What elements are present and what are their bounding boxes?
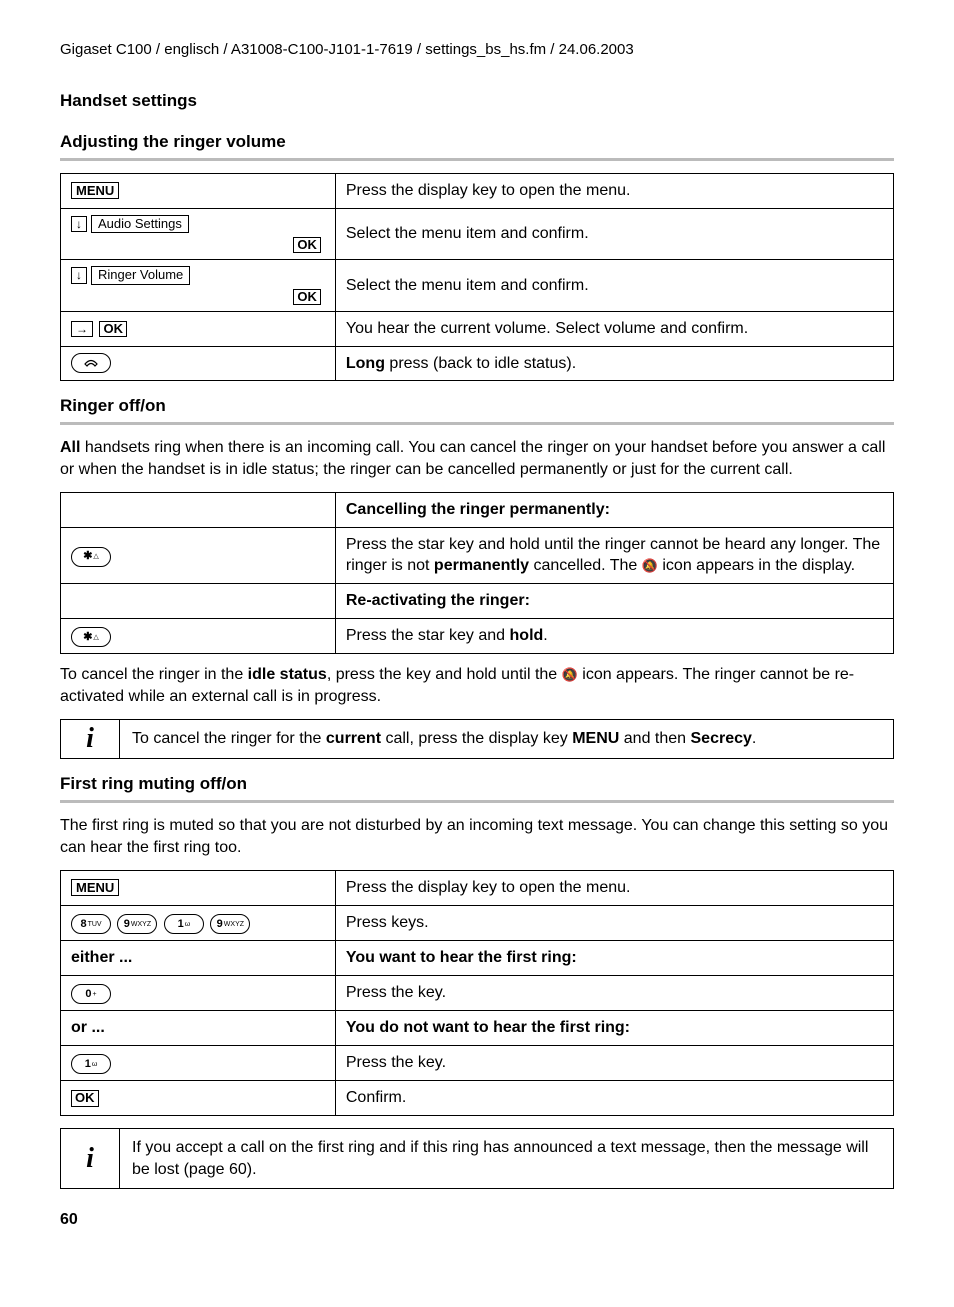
subsection-ringer-volume: Adjusting the ringer volume xyxy=(60,131,894,154)
menu-key: MENU xyxy=(71,182,119,199)
info-icon: i xyxy=(61,720,120,758)
menu-item-ringer: Ringer Volume xyxy=(91,266,190,284)
table-row: or ... You do not want to hear the first… xyxy=(61,1011,894,1046)
paragraph: The first ring is muted so that you are … xyxy=(60,815,894,858)
key-9: 9WXYZ xyxy=(117,914,157,934)
bell-off-icon: 🔕 xyxy=(562,666,578,684)
table-row: 1ω Press the key. xyxy=(61,1045,894,1081)
section-title: Handset settings xyxy=(60,90,894,113)
star-key-icon: ✱△ xyxy=(71,627,111,647)
key-1: 1ω xyxy=(71,1054,111,1074)
table-row: ✱△ Press the star key and hold until the… xyxy=(61,527,894,583)
key-8: 8TUV xyxy=(71,914,111,934)
menu-key: MENU xyxy=(71,879,119,896)
info-icon: i xyxy=(61,1129,120,1188)
table-row: MENU Press the display key to open the m… xyxy=(61,174,894,209)
subsection-first-ring: First ring muting off/on xyxy=(60,773,894,796)
table-row: → OK You hear the current volume. Select… xyxy=(61,311,894,346)
table-row: ↓ Audio Settings OK Select the menu item… xyxy=(61,208,894,260)
right-arrow-icon: → xyxy=(71,321,93,337)
table-row: Cancelling the ringer permanently: xyxy=(61,493,894,528)
down-arrow-icon: ↓ xyxy=(71,216,87,232)
table-row: Re-activating the ringer: xyxy=(61,584,894,619)
ok-key: OK xyxy=(293,289,321,305)
info-box: i To cancel the ringer for the current c… xyxy=(60,719,894,759)
table-row: either ... You want to hear the first ri… xyxy=(61,941,894,976)
page-number: 60 xyxy=(60,1209,894,1231)
table-first-ring: MENU Press the display key to open the m… xyxy=(60,870,894,1116)
table-row: Long press (back to idle status). xyxy=(61,346,894,381)
divider xyxy=(60,800,894,803)
table-row: 8TUV 9WXYZ 1ω 9WXYZ Press keys. xyxy=(61,905,894,941)
table-ringer-onoff: Cancelling the ringer permanently: ✱△ Pr… xyxy=(60,492,894,654)
table-ringer-volume: MENU Press the display key to open the m… xyxy=(60,173,894,381)
paragraph: To cancel the ringer in the idle status,… xyxy=(60,664,894,707)
table-row: ✱△ Press the star key and hold. xyxy=(61,618,894,654)
star-key-icon: ✱△ xyxy=(71,547,111,567)
hangup-key-icon xyxy=(71,353,111,373)
key-9: 9WXYZ xyxy=(210,914,250,934)
down-arrow-icon: ↓ xyxy=(71,267,87,283)
menu-item-audio: Audio Settings xyxy=(91,215,189,233)
table-row: OK Confirm. xyxy=(61,1081,894,1116)
info-box: i If you accept a call on the first ring… xyxy=(60,1128,894,1189)
divider xyxy=(60,158,894,161)
ok-key: OK xyxy=(293,237,321,253)
table-row: MENU Press the display key to open the m… xyxy=(61,871,894,906)
table-row: ↓ Ringer Volume OK Select the menu item … xyxy=(61,260,894,312)
doc-header: Gigaset C100 / englisch / A31008-C100-J1… xyxy=(60,40,894,60)
paragraph: All handsets ring when there is an incom… xyxy=(60,437,894,480)
ok-key: OK xyxy=(71,1090,99,1106)
key-0: 0+ xyxy=(71,984,111,1004)
divider xyxy=(60,422,894,425)
bell-off-icon: 🔕 xyxy=(642,557,658,575)
subsection-ringer-onoff: Ringer off/on xyxy=(60,395,894,418)
ok-key: OK xyxy=(99,321,127,337)
key-1: 1ω xyxy=(164,914,204,934)
table-row: 0+ Press the key. xyxy=(61,975,894,1011)
